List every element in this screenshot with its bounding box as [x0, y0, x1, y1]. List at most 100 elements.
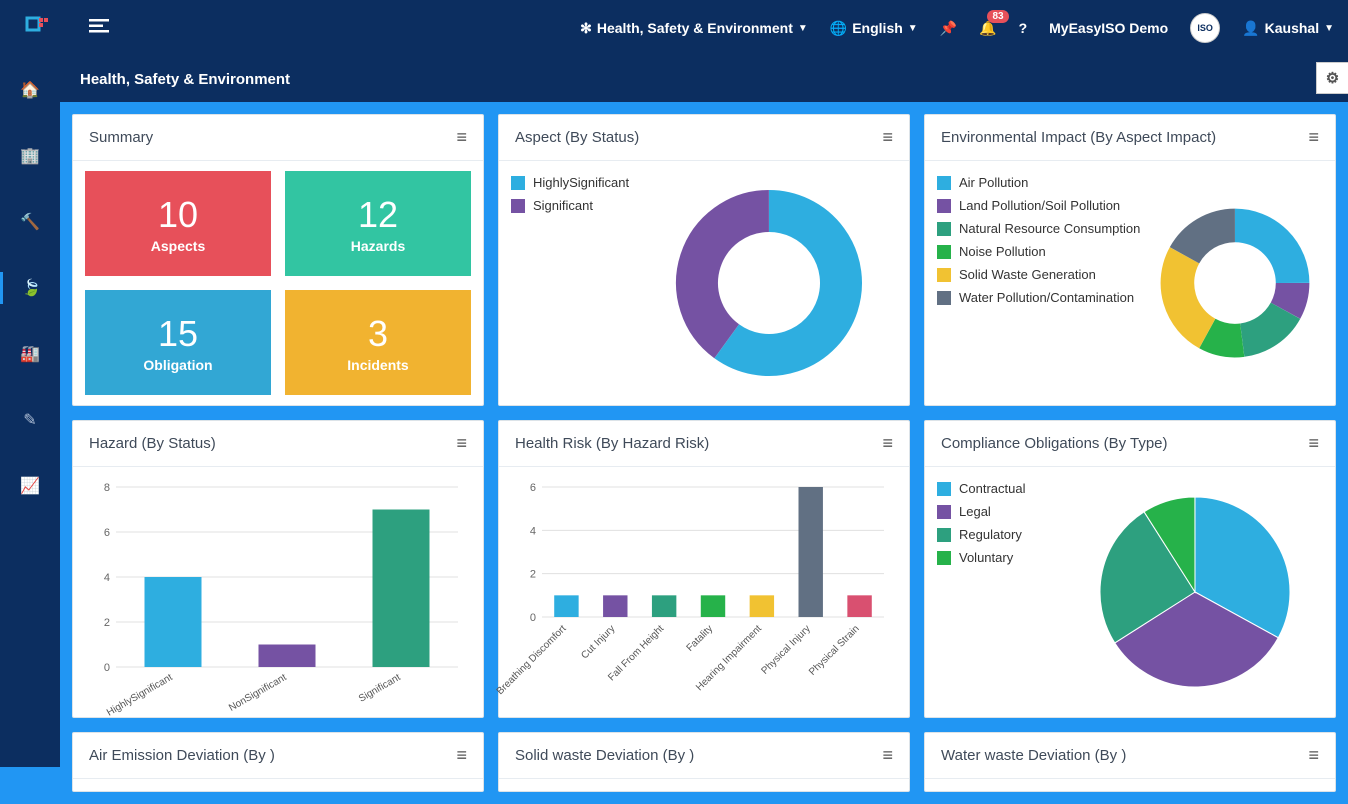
app-logo[interactable] — [14, 16, 59, 40]
sidebar-chart-icon[interactable]: 📈 — [0, 470, 60, 502]
chart-legend: HighlySignificant Significant — [511, 171, 641, 395]
svg-text:2: 2 — [104, 617, 110, 629]
language-selector[interactable]: 🌐 English ▼ — [830, 20, 918, 37]
sidebar-home-icon[interactable]: 🏠 — [0, 74, 60, 106]
module-label: Health, Safety & Environment — [597, 20, 793, 36]
svg-text:HighlySignificant: HighlySignificant — [105, 672, 175, 719]
svg-text:6: 6 — [104, 527, 110, 539]
panel-menu-icon[interactable]: ≡ — [882, 433, 893, 454]
panel-title: Compliance Obligations (By Type) — [941, 435, 1168, 452]
tile-number: 3 — [368, 313, 388, 355]
breadcrumb-text: Health, Safety & Environment — [80, 71, 290, 88]
legend-swatch — [937, 482, 951, 496]
page-settings-gear-icon[interactable]: ⚙ — [1316, 62, 1348, 94]
help-icon[interactable]: ? — [1019, 20, 1028, 36]
panel-compliance: Compliance Obligations (By Type) ≡ Contr… — [924, 420, 1336, 718]
caret-down-icon: ▼ — [908, 23, 918, 34]
chart-legend: Contractual Legal Regulatory Voluntary — [937, 477, 1067, 707]
tile-label: Obligation — [143, 357, 212, 373]
top-bar: ✻ Health, Safety & Environment ▼ 🌐 Engli… — [0, 0, 1348, 56]
svg-text:8: 8 — [104, 482, 110, 494]
panel-title: Water waste Deviation (By ) — [941, 747, 1126, 764]
panel-menu-icon[interactable]: ≡ — [456, 127, 467, 148]
panel-menu-icon[interactable]: ≡ — [456, 745, 467, 766]
demo-label[interactable]: MyEasyISO Demo — [1049, 20, 1168, 36]
sidebar-industry-icon[interactable]: 🏭 — [0, 338, 60, 370]
legend-swatch — [937, 222, 951, 236]
panel-menu-icon[interactable]: ≡ — [1308, 127, 1319, 148]
panel-menu-icon[interactable]: ≡ — [882, 745, 893, 766]
svg-text:0: 0 — [530, 612, 536, 624]
pin-icon[interactable]: 📌 — [940, 20, 957, 37]
tile-label: Hazards — [351, 238, 405, 254]
user-name: Kaushal — [1265, 20, 1319, 36]
panel-menu-icon[interactable]: ≡ — [882, 127, 893, 148]
tile-number: 15 — [158, 313, 198, 355]
legend-label: Land Pollution/Soil Pollution — [959, 198, 1120, 213]
svg-text:2: 2 — [530, 569, 536, 581]
legend-item: Significant — [511, 198, 641, 213]
legend-label: Voluntary — [959, 550, 1013, 565]
panel-title: Solid waste Deviation (By ) — [515, 747, 694, 764]
legend-label: Air Pollution — [959, 175, 1028, 190]
summary-tile[interactable]: 3 Incidents — [285, 290, 471, 395]
panel-menu-icon[interactable]: ≡ — [456, 433, 467, 454]
legend-label: Significant — [533, 198, 593, 213]
panel-aspect-status: Aspect (By Status) ≡ HighlySignificantSi… — [498, 114, 910, 406]
sidebar-leaf-icon[interactable]: 🍃 — [0, 272, 60, 304]
sidebar-gavel-icon[interactable]: 🔨 — [0, 206, 60, 238]
caret-down-icon: ▼ — [1324, 23, 1334, 34]
legend-swatch — [937, 528, 951, 542]
legend-swatch — [937, 291, 951, 305]
user-icon: 👤 — [1242, 20, 1259, 37]
panel-title: Hazard (By Status) — [89, 435, 216, 452]
tile-number: 12 — [358, 194, 398, 236]
legend-item: HighlySignificant — [511, 175, 641, 190]
legend-label: Natural Resource Consumption — [959, 221, 1140, 236]
sidebar-toggle-icon[interactable] — [89, 19, 109, 38]
summary-tile[interactable]: 10Aspects — [85, 171, 271, 276]
svg-text:Physical Strain: Physical Strain — [807, 623, 862, 678]
legend-item: Regulatory — [937, 527, 1067, 542]
legend-label: Contractual — [959, 481, 1025, 496]
panel-env-impact: Environmental Impact (By Aspect Impact) … — [924, 114, 1336, 406]
legend-label: Regulatory — [959, 527, 1022, 542]
legend-item: Natural Resource Consumption — [937, 221, 1147, 236]
panel-hazard-status: Hazard (By Status) ≡ 02468HighlySignific… — [72, 420, 484, 718]
panel-air-emission: Air Emission Deviation (By ) ≡ — [72, 732, 484, 792]
svg-text:Significant: Significant — [357, 672, 403, 705]
hazard-bar-chart: 02468HighlySignificantNonSignificantSign… — [85, 477, 471, 707]
panel-solid-waste: Solid waste Deviation (By ) ≡ — [498, 732, 910, 792]
summary-tile[interactable]: 15 Obligation — [85, 290, 271, 395]
module-selector[interactable]: ✻ Health, Safety & Environment ▼ — [580, 20, 808, 37]
sidebar-edit-icon[interactable]: ✎ — [0, 404, 60, 436]
caret-down-icon: ▼ — [798, 23, 808, 34]
cog-icon: ✻ — [580, 20, 592, 37]
panel-menu-icon[interactable]: ≡ — [1308, 745, 1319, 766]
svg-text:Breathing Discomfort: Breathing Discomfort — [495, 623, 569, 697]
env-donut-chart — [1155, 203, 1315, 363]
legend-item: Solid Waste Generation — [937, 267, 1147, 282]
legend-item: Land Pollution/Soil Pollution — [937, 198, 1147, 213]
org-avatar[interactable]: ISO — [1190, 13, 1220, 43]
panel-menu-icon[interactable]: ≡ — [1308, 433, 1319, 454]
panel-title: Environmental Impact (By Aspect Impact) — [941, 129, 1216, 146]
globe-icon: 🌐 — [830, 20, 847, 37]
legend-item: Air Pollution — [937, 175, 1147, 190]
summary-tile[interactable]: 12 Hazards — [285, 171, 471, 276]
svg-text:NonSignificant: NonSignificant — [227, 672, 289, 714]
sidebar-building-icon[interactable]: 🏢 — [0, 140, 60, 172]
legend-swatch — [937, 551, 951, 565]
legend-swatch — [511, 199, 525, 213]
panel-health-risk: Health Risk (By Hazard Risk) ≡ 0246Breat… — [498, 420, 910, 718]
panel-title: Health Risk (By Hazard Risk) — [515, 435, 709, 452]
tile-label: Incidents — [347, 357, 408, 373]
notifications-bell[interactable]: 🔔 83 — [979, 20, 996, 37]
legend-label: Water Pollution/Contamination — [959, 290, 1134, 305]
user-menu[interactable]: 👤 Kaushal ▼ — [1242, 20, 1334, 37]
legend-item: Water Pollution/Contamination — [937, 290, 1147, 305]
legend-label: Solid Waste Generation — [959, 267, 1096, 282]
legend-label: Legal — [959, 504, 991, 519]
legend-swatch — [937, 505, 951, 519]
legend-swatch — [937, 245, 951, 259]
